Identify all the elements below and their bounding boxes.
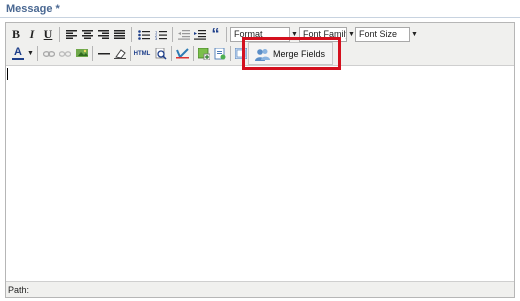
align-left-icon[interactable] [64, 26, 79, 43]
toolbar-separator [131, 27, 132, 42]
spellcheck-icon[interactable] [174, 45, 190, 62]
align-center-icon[interactable] [80, 26, 95, 43]
unlink-icon[interactable] [57, 45, 72, 62]
align-justify-icon[interactable] [112, 26, 127, 43]
html-source-button[interactable]: HTML [133, 45, 151, 62]
toolbar-separator [37, 46, 38, 61]
text-caret [7, 68, 8, 80]
highlight-annotation-box [242, 37, 341, 70]
toolbar-separator [230, 46, 231, 61]
font-color-button[interactable]: A [10, 45, 26, 62]
toolbar-separator [193, 46, 194, 61]
toolbar-separator [92, 46, 93, 61]
editor-content-area[interactable] [6, 66, 514, 279]
insert-image-icon[interactable] [196, 45, 211, 62]
eraser-icon[interactable] [112, 45, 127, 62]
preview-icon[interactable] [153, 45, 168, 62]
bullet-list-icon[interactable] [136, 26, 151, 43]
editor-statusbar: Path: [6, 281, 514, 297]
numbered-list-icon[interactable]: 123 [153, 26, 168, 43]
label-divider [0, 17, 520, 18]
svg-text:3: 3 [155, 36, 158, 40]
toolbar-separator [130, 46, 131, 61]
blockquote-button[interactable]: “ [208, 26, 223, 43]
font-color-letter: A [14, 46, 22, 58]
toolbar-separator [171, 46, 172, 61]
italic-button[interactable]: I [25, 26, 39, 43]
toolbar-separator [226, 27, 227, 42]
align-right-icon[interactable] [96, 26, 111, 43]
chevron-down-icon[interactable]: ▼ [26, 46, 35, 61]
outdent-icon[interactable] [176, 26, 191, 43]
bold-button[interactable]: B [9, 26, 23, 43]
font-color-swatch [12, 58, 24, 60]
horizontal-rule-icon[interactable] [96, 45, 111, 62]
indent-icon[interactable] [192, 26, 207, 43]
chevron-down-icon[interactable]: ▼ [410, 27, 419, 42]
underline-button[interactable]: U [41, 26, 55, 43]
toolbar-separator [172, 27, 173, 42]
message-field-label: Message * [6, 3, 60, 15]
font-size-select[interactable]: Font Size [355, 27, 410, 42]
anchor-icon[interactable] [74, 45, 89, 62]
toolbar-separator [59, 27, 60, 42]
path-label: Path: [8, 285, 30, 295]
insert-document-icon[interactable] [212, 45, 227, 62]
link-icon[interactable] [41, 45, 56, 62]
